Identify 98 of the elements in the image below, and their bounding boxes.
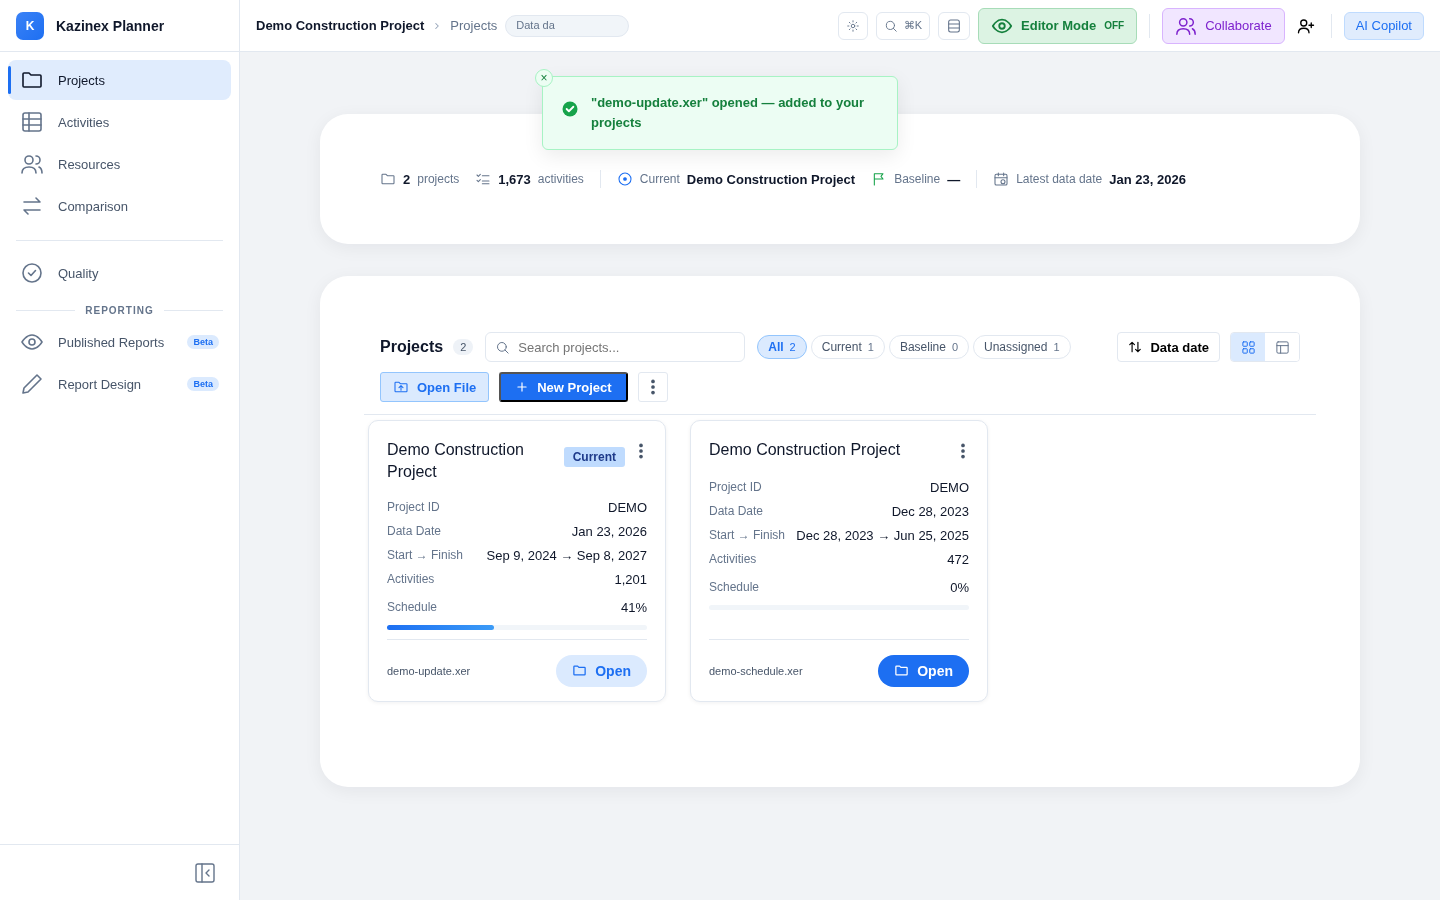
- sidebar-item[interactable]: Quality: [8, 253, 231, 293]
- data-date-chip: Data da: [505, 14, 630, 37]
- grid-icon: [1240, 339, 1256, 355]
- table-icon: [1274, 339, 1290, 355]
- toast-message: "demo-update.xer" opened — added to your projects: [591, 94, 866, 132]
- sort-arrows-icon: [1128, 340, 1143, 354]
- open-button[interactable]: Open: [878, 654, 969, 687]
- field-value: Sep 9, 2024 → Sep 8, 2027: [486, 547, 647, 563]
- field-label: Schedule: [387, 600, 438, 614]
- field-label: Activities: [709, 552, 757, 566]
- field-label: Project ID: [387, 500, 440, 514]
- summary-value: 2: [403, 171, 411, 187]
- section-title: Projects: [380, 338, 444, 356]
- file-name: demo-schedule.xer: [709, 664, 803, 677]
- swap-arrows-icon: [20, 194, 44, 218]
- search-icon: [495, 340, 511, 355]
- field-label: Activities: [387, 572, 435, 586]
- summary-label: Latest data date: [1016, 172, 1103, 186]
- app-logo: K: [16, 11, 44, 40]
- field-label: Data Date: [387, 524, 442, 538]
- summary-value: 1,673: [498, 171, 531, 187]
- sidebar-item[interactable]: Comparison: [8, 186, 231, 226]
- field-value: Dec 28, 2023: [891, 503, 969, 519]
- file-name: demo-update.xer: [387, 664, 471, 677]
- sidebar-item[interactable]: Activities: [8, 102, 231, 142]
- filter-chip[interactable]: Baseline 0: [888, 335, 970, 359]
- sidebar-item[interactable]: Report Design Beta: [8, 364, 231, 404]
- layout-button[interactable]: [938, 11, 970, 40]
- filter-chip[interactable]: Current 1: [810, 335, 885, 359]
- open-file-button[interactable]: Open File: [380, 372, 490, 402]
- sidebar-item[interactable]: Published Reports Beta: [8, 322, 231, 362]
- filter-chip[interactable]: Unassigned 1: [973, 335, 1071, 359]
- app-name: Kazinex Planner: [56, 17, 165, 34]
- field-label: Schedule: [709, 580, 760, 594]
- beta-badge: Beta: [187, 377, 219, 391]
- new-project-button[interactable]: New Project: [499, 372, 628, 402]
- breadcrumb-link[interactable]: Demo Construction Project: [256, 18, 425, 33]
- add-user-icon: [1296, 16, 1315, 35]
- summary-value: Demo Construction Project: [686, 171, 856, 187]
- field-value: 1,201: [614, 571, 647, 587]
- field-value: Jan 23, 2026: [571, 523, 647, 539]
- view-toggle[interactable]: [1231, 333, 1265, 361]
- sun-icon: [845, 18, 860, 33]
- ai-copilot-button[interactable]: AI Copilot: [1343, 11, 1424, 40]
- count-badge: 2: [453, 339, 474, 355]
- sidebar-item[interactable]: Resources: [8, 144, 231, 184]
- checklist-icon: [475, 171, 492, 187]
- field-label: Start → Finish: [387, 548, 464, 562]
- folder-icon: [894, 663, 910, 678]
- search-icon: [883, 18, 898, 33]
- calendar-icon: [993, 171, 1010, 187]
- field-value: 472: [947, 551, 969, 567]
- stack-icon: [946, 17, 962, 34]
- sidebar-collapse-icon: [193, 860, 217, 885]
- folder-icon: [572, 663, 588, 678]
- field-value: DEMO: [608, 499, 647, 515]
- field-value: 0%: [950, 579, 969, 595]
- collaborate-button[interactable]: Collaborate: [1162, 7, 1285, 44]
- summary-label: Baseline: [894, 172, 941, 186]
- target-icon: [616, 171, 633, 187]
- breadcrumb-link[interactable]: Projects: [450, 18, 498, 33]
- filter-chip[interactable]: All 2: [757, 335, 807, 359]
- field-value: 41%: [620, 599, 647, 615]
- field-label: Project ID: [709, 480, 762, 494]
- more-icon: [639, 443, 643, 459]
- field-value: Dec 28, 2023 → Jun 25, 2025: [796, 527, 969, 543]
- section-heading: REPORTING: [16, 305, 223, 316]
- pencil-icon: [20, 372, 44, 396]
- field-label: Start → Finish: [709, 528, 786, 542]
- editor-mode-toggle[interactable]: Editor Mode OFF: [978, 7, 1138, 44]
- beta-badge: Beta: [187, 335, 219, 349]
- summary-label: activities: [537, 172, 584, 186]
- more-button[interactable]: [637, 372, 668, 402]
- summary-value: Jan 23, 2026: [1109, 171, 1186, 187]
- plus-icon: [515, 380, 530, 394]
- card-title: Demo Construction Project: [709, 440, 902, 460]
- folder-icon: [380, 171, 396, 187]
- people-icon: [20, 152, 44, 176]
- summary-label: projects: [417, 172, 460, 186]
- more-icon: [961, 443, 965, 459]
- check-circle-icon: [561, 100, 579, 118]
- summary-label: Current: [639, 172, 680, 186]
- open-button[interactable]: Open: [556, 654, 647, 687]
- table-icon: [20, 110, 44, 134]
- field-label: Data Date: [709, 504, 764, 518]
- summary-value: —: [947, 171, 961, 187]
- card-title: Demo Construction Project: [387, 440, 525, 482]
- search-field[interactable]: Search projects...: [485, 332, 746, 362]
- sidebar-item[interactable]: Projects: [8, 60, 231, 100]
- field-value: DEMO: [930, 479, 969, 495]
- theme-toggle-button[interactable]: [837, 11, 868, 40]
- command-search-button[interactable]: ⌘K: [875, 11, 930, 40]
- close-button[interactable]: ×: [535, 69, 553, 87]
- more-icon: [650, 379, 655, 395]
- folder-upload-icon: [393, 379, 409, 395]
- check-circle-icon: [20, 261, 44, 285]
- sort-button[interactable]: Data date: [1117, 332, 1220, 362]
- status-tag: Current: [563, 447, 625, 467]
